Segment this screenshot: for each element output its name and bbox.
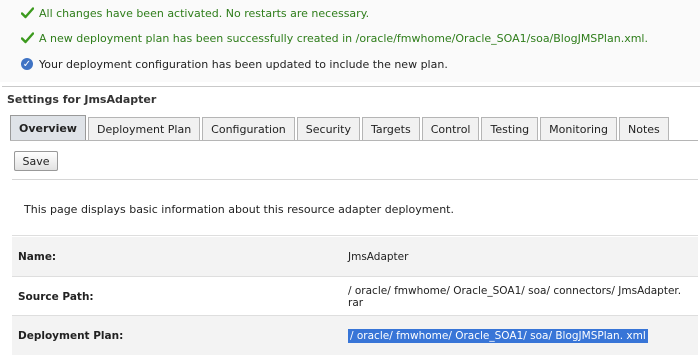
field-value-selected[interactable]: / oracle/ fmwhome/ Oracle_SOA1/ soa/ Blo… xyxy=(348,328,648,343)
info-icon: ✓ xyxy=(21,58,33,70)
message-plan-created: A new deployment plan has been successfu… xyxy=(20,30,648,46)
divider xyxy=(12,179,698,180)
message-text: Your deployment configuration has been u… xyxy=(39,57,448,71)
tab-overview[interactable]: Overview xyxy=(10,115,86,140)
message-config-updated: ✓ Your deployment configuration has been… xyxy=(20,56,448,72)
field-row-name: Name: JmsAdapter xyxy=(12,237,698,276)
checkmark-icon xyxy=(20,6,34,20)
tab-targets[interactable]: Targets xyxy=(361,117,420,140)
message-activated: All changes have been activated. No rest… xyxy=(20,5,369,21)
divider xyxy=(12,235,698,236)
checkmark-icon xyxy=(20,31,34,45)
field-row-deployment-plan: Deployment Plan: / oracle/ fmwhome/ Orac… xyxy=(12,316,698,355)
field-label: Name: xyxy=(18,250,57,263)
field-row-source-path: Source Path: / oracle/ fmwhome/ Oracle_S… xyxy=(12,277,698,316)
tab-notes[interactable]: Notes xyxy=(618,117,669,140)
save-button[interactable]: Save xyxy=(14,151,58,171)
tab-monitoring[interactable]: Monitoring xyxy=(540,117,617,140)
message-area: All changes have been activated. No rest… xyxy=(0,0,700,82)
tab-testing[interactable]: Testing xyxy=(481,117,539,140)
message-text: A new deployment plan has been successfu… xyxy=(39,31,648,45)
field-label: Deployment Plan: xyxy=(18,329,124,342)
message-text: All changes have been activated. No rest… xyxy=(39,6,370,20)
tab-security[interactable]: Security xyxy=(296,117,360,140)
tab-deployment-plan[interactable]: Deployment Plan xyxy=(87,117,201,140)
tab-configuration[interactable]: Configuration xyxy=(202,117,295,140)
panel-title: Settings for JmsAdapter xyxy=(7,93,157,106)
settings-panel: Settings for JmsAdapter Overview Deploym… xyxy=(2,86,700,362)
tab-divider xyxy=(10,140,698,141)
tab-control[interactable]: Control xyxy=(421,117,480,140)
field-label: Source Path: xyxy=(18,290,94,303)
field-value: / oracle/ fmwhome/ Oracle_SOA1/ soa/ con… xyxy=(348,284,682,309)
page-description: This page displays basic information abo… xyxy=(24,203,454,216)
field-value: JmsAdapter xyxy=(348,250,409,263)
tab-bar: Overview Deployment Plan Configuration S… xyxy=(10,115,671,140)
